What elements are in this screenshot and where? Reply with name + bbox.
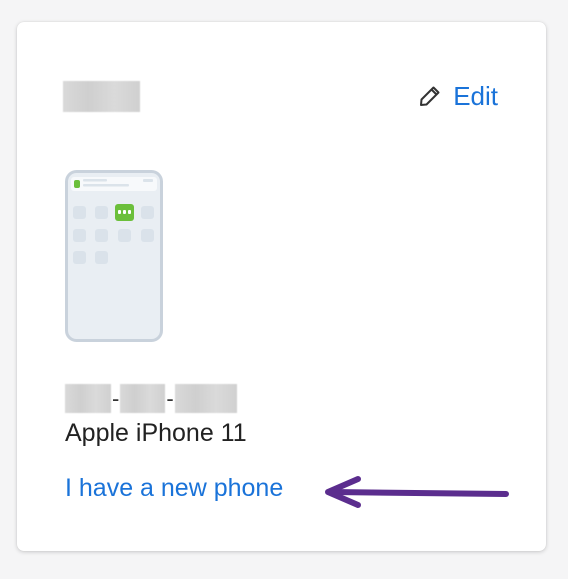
edit-button[interactable]: Edit (418, 79, 498, 113)
redacted-phone-number: - - (65, 383, 237, 413)
redacted-number-segment (120, 383, 166, 413)
device-card: Edit - - Apple iPhone 11 I have a new ph… (17, 22, 546, 551)
device-model: Apple iPhone 11 (65, 419, 247, 447)
redacted-number-segment (174, 383, 237, 413)
arrow-annotation (325, 476, 509, 508)
redacted-device-name (63, 81, 140, 112)
pencil-icon (420, 86, 440, 106)
redacted-number-segment (65, 383, 111, 413)
new-phone-link[interactable]: I have a new phone (65, 471, 283, 505)
number-separator: - (112, 385, 120, 411)
number-separator: - (166, 385, 174, 411)
phone-illustration (65, 170, 163, 342)
edit-label: Edit (453, 81, 498, 111)
